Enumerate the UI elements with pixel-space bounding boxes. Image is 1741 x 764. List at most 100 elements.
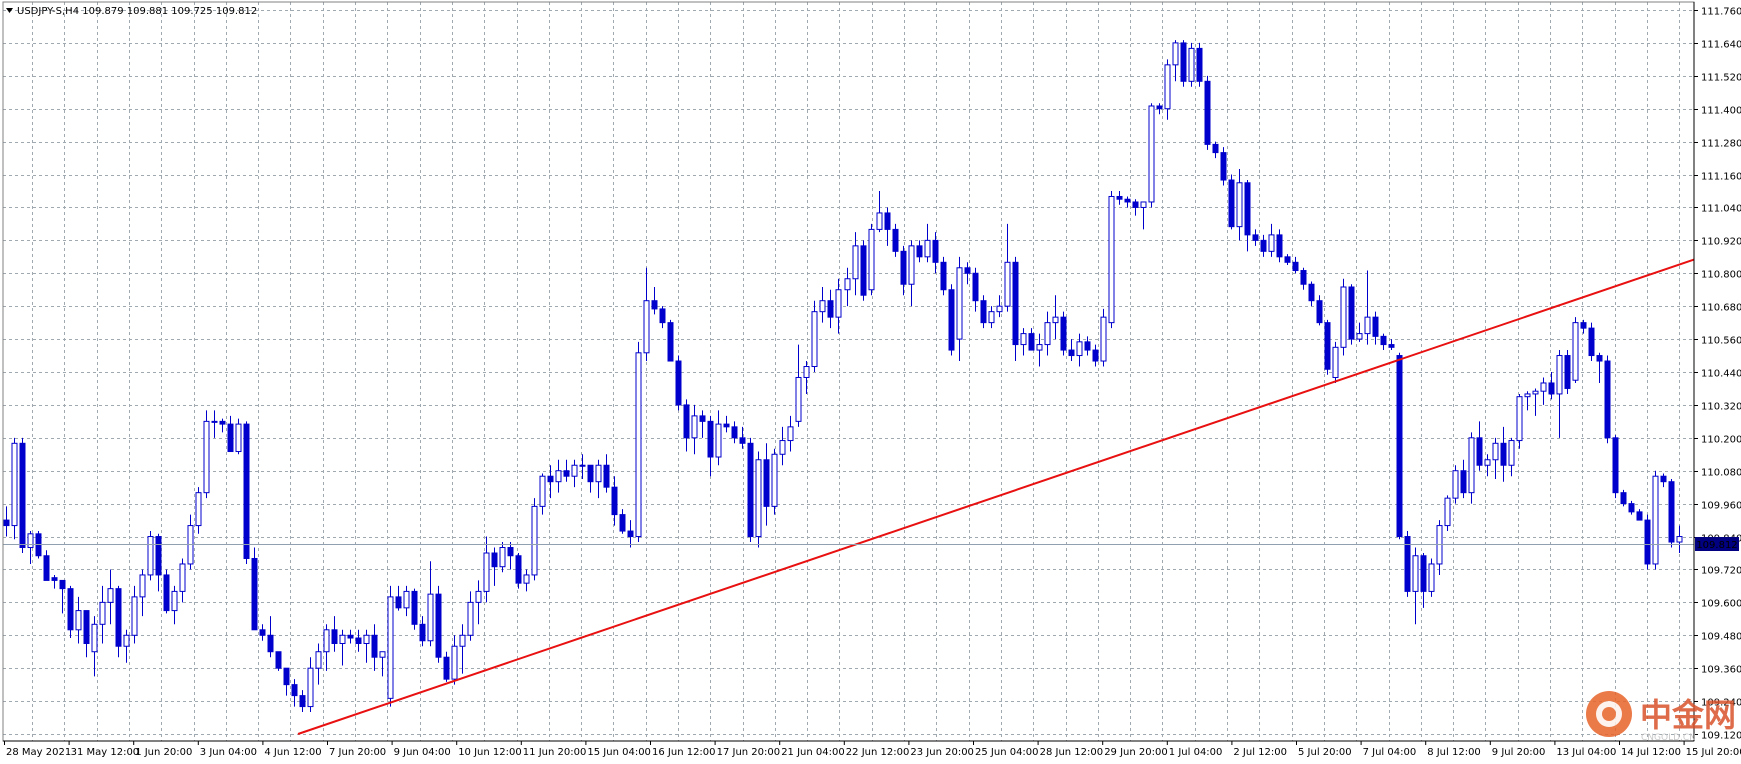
candle[interactable] — [411, 588, 418, 630]
candle[interactable] — [771, 448, 778, 515]
candle-body-bear — [227, 423, 234, 453]
candle-body-bear — [1084, 341, 1091, 351]
time-tick-label: 9 Jul 20:00 — [1492, 747, 1546, 758]
candle[interactable] — [203, 410, 210, 499]
candle[interactable] — [147, 531, 154, 581]
candle[interactable] — [1652, 470, 1659, 570]
candle-body-bear — [723, 423, 730, 428]
candle[interactable] — [435, 585, 442, 663]
candle-body-bull — [1236, 182, 1243, 228]
price-tick-label: 111.760 — [1701, 7, 1741, 18]
candle[interactable] — [1444, 495, 1451, 532]
candle[interactable] — [1644, 514, 1651, 570]
candle-body-bear — [67, 588, 74, 631]
candle[interactable] — [19, 437, 26, 553]
candle[interactable] — [1428, 558, 1435, 597]
candle[interactable] — [675, 355, 682, 411]
price-chart[interactable]: 111.760 111.640 111.520 111.400 111.280 111.1… — [0, 0, 1741, 764]
candle-body-bear — [275, 651, 282, 669]
candle[interactable] — [940, 256, 947, 296]
candle[interactable] — [251, 547, 258, 631]
candle-body-bear — [587, 464, 594, 483]
candle[interactable] — [1604, 355, 1611, 444]
candle-body-bear — [1276, 234, 1283, 258]
candle-body-bear — [515, 555, 522, 584]
candle-body-bear — [1460, 470, 1467, 494]
candle-body-bull — [523, 574, 530, 584]
candle[interactable] — [1148, 103, 1155, 208]
candle[interactable] — [1572, 317, 1579, 383]
candle[interactable] — [667, 319, 674, 362]
candle[interactable] — [1516, 393, 1523, 449]
candle[interactable] — [1100, 308, 1107, 367]
candle[interactable] — [387, 585, 394, 707]
candle[interactable] — [1668, 478, 1675, 548]
candle-body-bear — [980, 300, 987, 324]
watermark-logo-core — [1602, 707, 1616, 721]
candle[interactable] — [243, 421, 250, 564]
candle[interactable] — [1188, 42, 1195, 87]
current-price-tag: 109.812 — [1695, 537, 1739, 551]
candle[interactable] — [115, 585, 122, 658]
candle[interactable] — [860, 240, 867, 301]
candle[interactable] — [1348, 284, 1355, 345]
candle[interactable] — [811, 300, 818, 372]
candle[interactable] — [1180, 40, 1187, 87]
candle-body-bear — [259, 629, 266, 636]
candle[interactable] — [531, 498, 538, 581]
time-tick-label: 3 Jun 04:00 — [200, 747, 257, 758]
candle-body-bull — [307, 667, 314, 708]
candle[interactable] — [67, 585, 74, 639]
price-tick-label: 110.680 — [1701, 303, 1741, 314]
candle-body-bear — [827, 300, 834, 318]
time-tick-label: 7 Jun 20:00 — [329, 747, 386, 758]
candle[interactable] — [635, 341, 642, 543]
candle[interactable] — [1220, 147, 1227, 186]
candle[interactable] — [1612, 435, 1619, 499]
candle-body-bear — [1292, 261, 1299, 272]
candle[interactable] — [948, 284, 955, 356]
price-tick-label: 110.200 — [1701, 435, 1741, 446]
candle[interactable] — [1228, 174, 1235, 230]
candle[interactable] — [515, 553, 522, 589]
candle[interactable] — [1060, 311, 1067, 356]
candle-body-bear — [1628, 503, 1635, 513]
candle[interactable] — [755, 451, 762, 548]
candle[interactable] — [1324, 319, 1331, 375]
candle-body-bear — [763, 459, 770, 507]
candle[interactable] — [1468, 432, 1475, 504]
candle[interactable] — [747, 437, 754, 543]
candle[interactable] — [1396, 352, 1403, 540]
candle-body-bull — [179, 563, 186, 592]
candle[interactable] — [1332, 341, 1339, 383]
candle[interactable] — [1588, 322, 1595, 362]
candle[interactable] — [235, 418, 242, 455]
candle[interactable] — [1620, 489, 1627, 507]
candle-body-bull — [11, 442, 18, 527]
candle[interactable] — [1564, 350, 1571, 394]
candle[interactable] — [163, 569, 170, 614]
candle[interactable] — [1204, 75, 1211, 150]
candle[interactable] — [11, 437, 18, 540]
candle[interactable] — [1196, 42, 1203, 87]
candle-body-bull — [852, 245, 859, 280]
candle[interactable] — [868, 223, 875, 296]
candle-body-bull — [1492, 442, 1499, 461]
candle-body-bear — [1396, 355, 1403, 538]
candle-body-bear — [267, 634, 274, 653]
candle-body-bear — [651, 300, 658, 310]
candle-body-bull — [379, 651, 386, 658]
candle[interactable] — [1108, 191, 1115, 329]
candle-body-bear — [627, 530, 634, 538]
candle-body-bear — [884, 212, 891, 230]
candle-body-bear — [1228, 179, 1235, 228]
candle[interactable] — [1404, 531, 1411, 597]
candle[interactable] — [1452, 465, 1459, 504]
chart-window[interactable]: 111.760 111.640 111.520 111.400 111.280 111.1… — [0, 0, 1741, 764]
candle-body-bear — [1636, 511, 1643, 521]
candle[interactable] — [275, 651, 282, 671]
candle-body-bear — [51, 577, 58, 581]
candle[interactable] — [1340, 278, 1347, 356]
candle-body-bear — [435, 593, 442, 658]
candle-body-bear — [115, 588, 122, 647]
